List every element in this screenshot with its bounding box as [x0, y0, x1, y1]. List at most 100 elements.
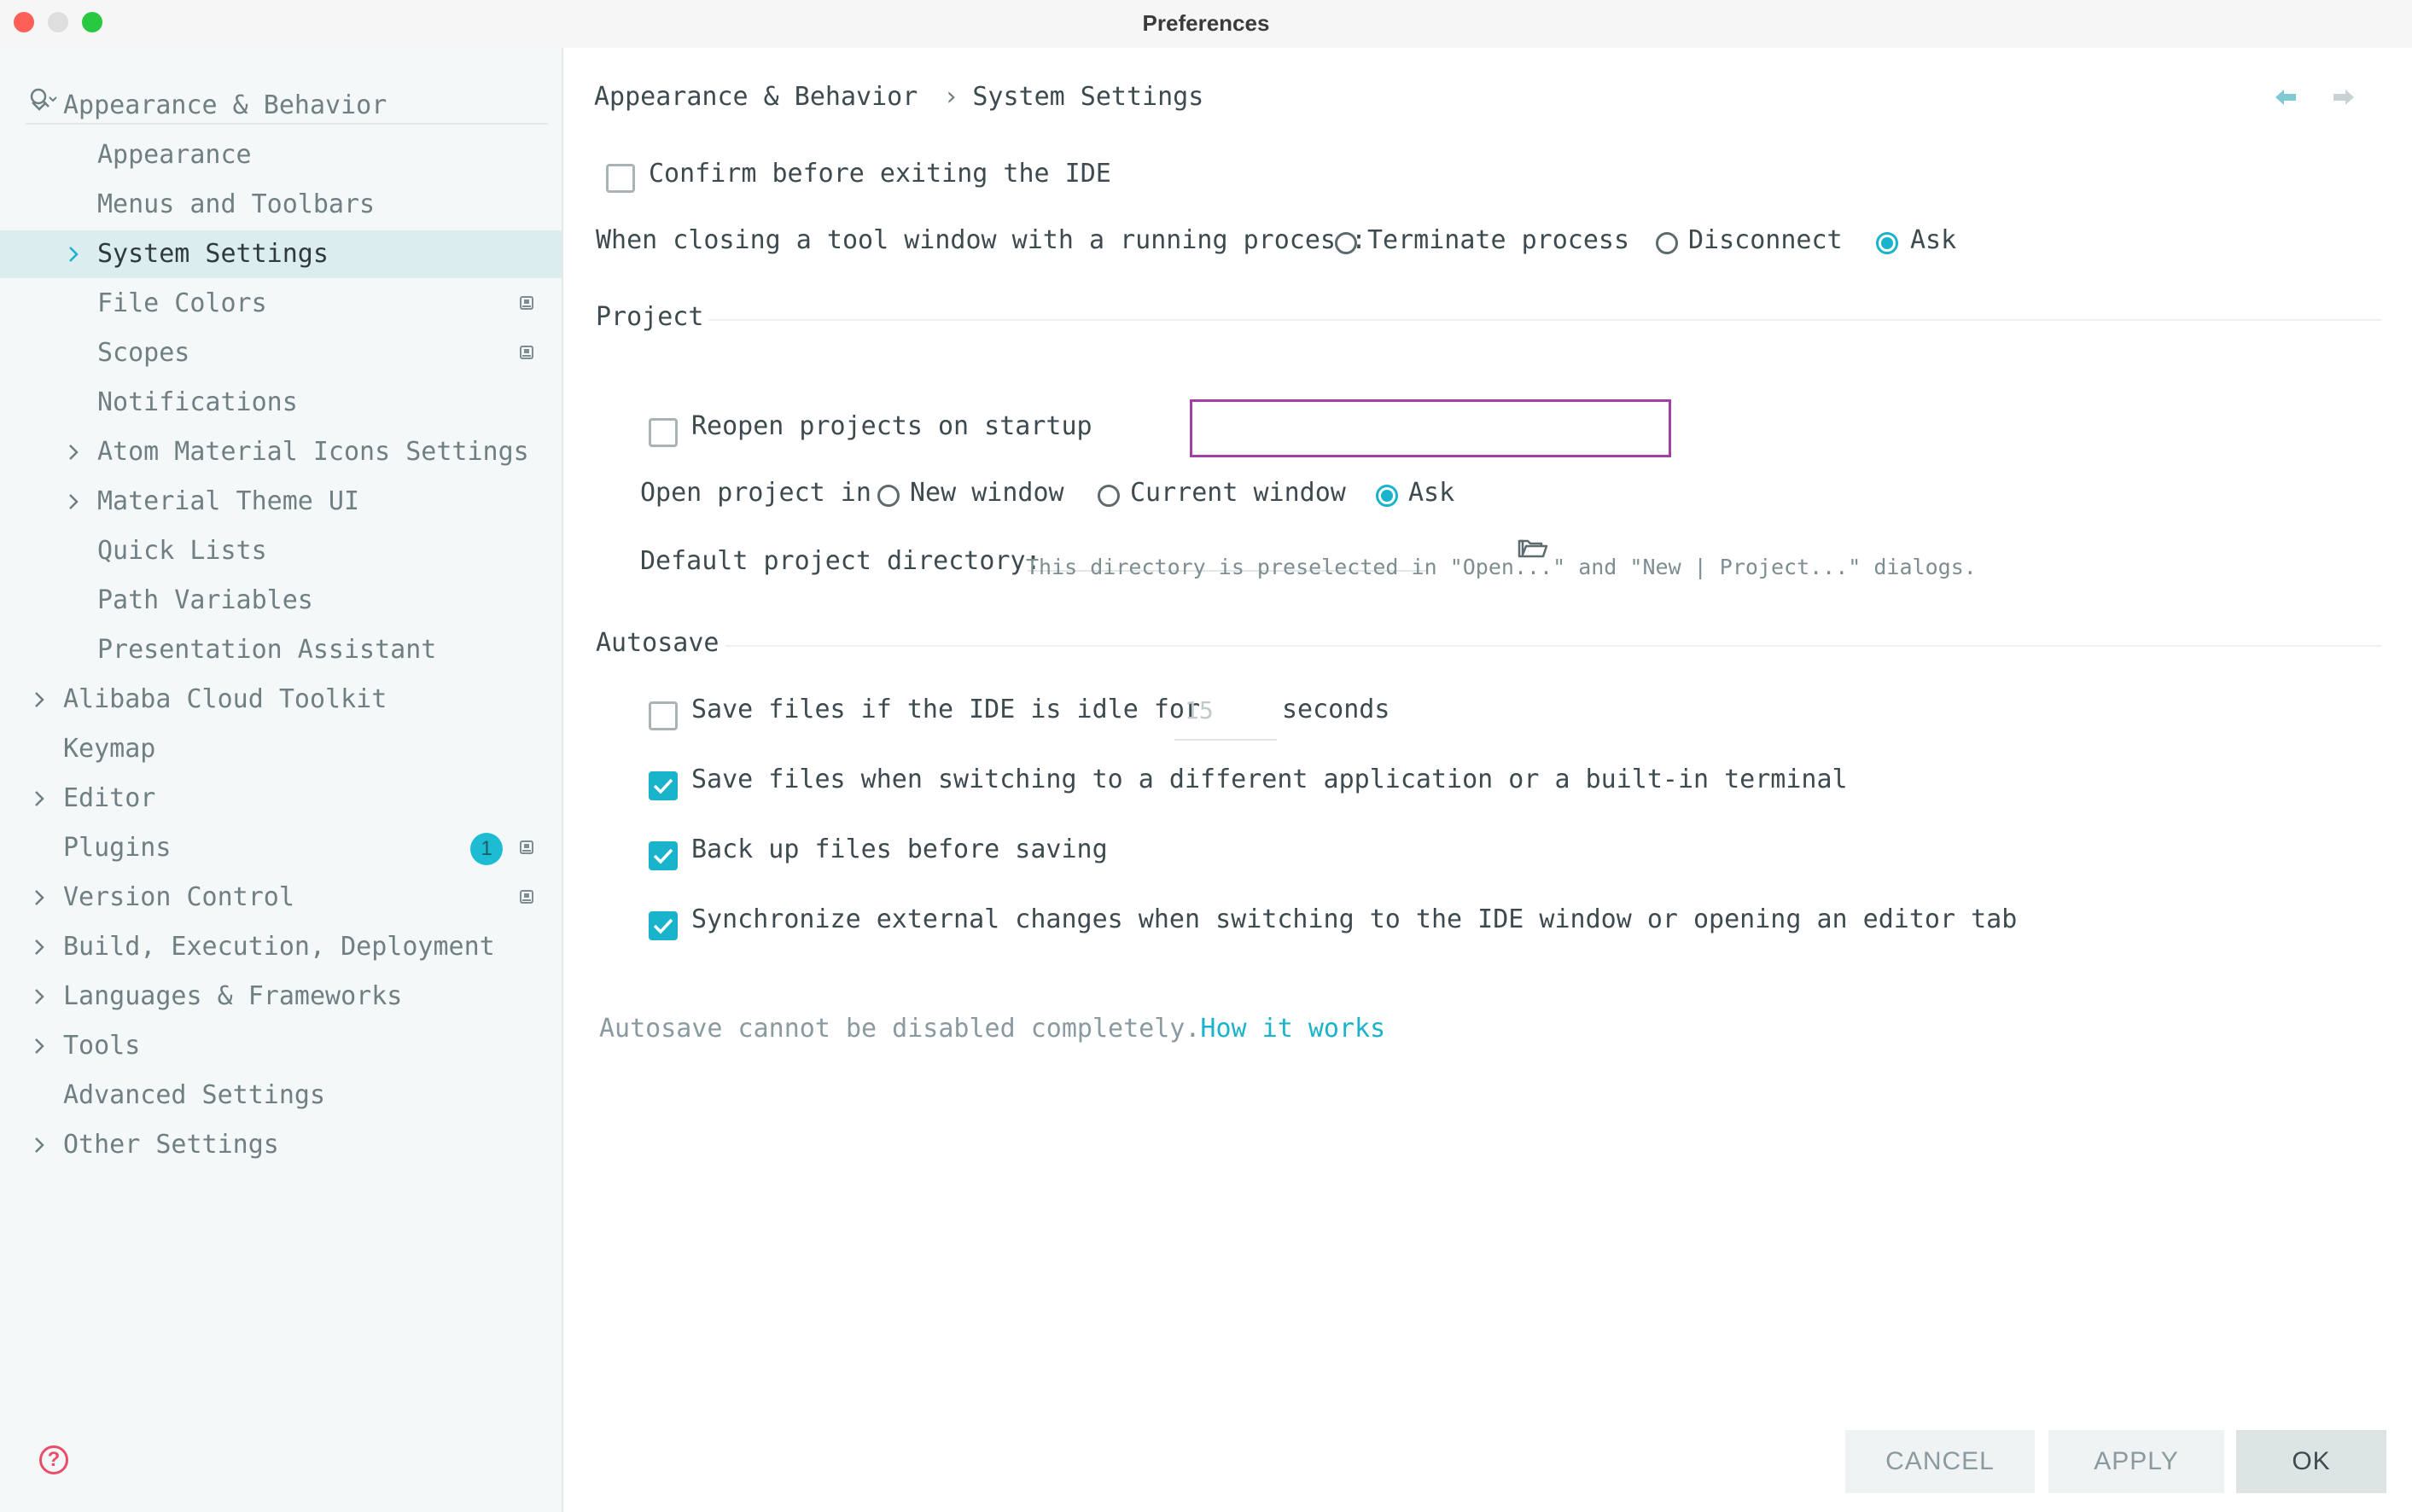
- sidebar-item-languages-frameworks[interactable]: Languages & Frameworks: [0, 973, 562, 1021]
- sidebar-item-path-variables[interactable]: Path Variables: [0, 577, 562, 625]
- checkmark-icon: [653, 918, 673, 934]
- preferences-window: Preferences Appearance & Behavior Appeara…: [0, 0, 2412, 1512]
- sidebar-item-label: Alibaba Cloud Toolkit: [63, 684, 387, 714]
- autosave-note: Autosave cannot be disabled completely.H…: [599, 1014, 1385, 1044]
- window-title: Preferences: [1142, 10, 1270, 36]
- breadcrumb-parent[interactable]: Appearance & Behavior: [594, 82, 918, 112]
- sidebar-item-label: Atom Material Icons Settings: [97, 437, 529, 467]
- closing-terminate-radio[interactable]: [1335, 232, 1357, 254]
- chevron-right-icon[interactable]: [29, 887, 50, 908]
- default-dir-hint: This directory is preselected in "Open..…: [1026, 555, 1977, 579]
- breadcrumb-separator: ›: [943, 82, 959, 112]
- closing-terminate-label: Terminate process: [1367, 225, 1630, 255]
- closing-ask-radio[interactable]: [1876, 232, 1898, 254]
- open-current-window-radio[interactable]: [1098, 485, 1120, 507]
- confirm-exit-label: Confirm before exiting the IDE: [649, 159, 1111, 189]
- sidebar-item-notifications[interactable]: Notifications: [0, 379, 562, 427]
- settings-sidebar: Appearance & Behavior Appearance Menus and…: [0, 48, 563, 1512]
- back-arrow-icon[interactable]: [2272, 85, 2303, 109]
- forward-arrow-icon[interactable]: [2327, 85, 2357, 109]
- sidebar-item-build-execution-deployment[interactable]: Build, Execution, Deployment: [0, 923, 562, 971]
- sidebar-item-tools[interactable]: Tools: [0, 1022, 562, 1070]
- sidebar-item-appearance[interactable]: Appearance: [0, 131, 562, 179]
- backup-label: Back up files before saving: [691, 835, 1108, 864]
- save-idle-label: Save files if the IDE is idle for: [691, 695, 1201, 724]
- sidebar-item-label: Presentation Assistant: [97, 635, 437, 665]
- sidebar-item-material-theme-ui[interactable]: Material Theme UI: [0, 478, 562, 526]
- project-level-icon: [520, 890, 533, 904]
- how-it-works-link[interactable]: How it works: [1200, 1014, 1385, 1044]
- sync-external-checkbox[interactable]: [649, 911, 678, 940]
- sidebar-item-scopes[interactable]: Scopes: [0, 329, 562, 377]
- sidebar-item-presentation-assistant[interactable]: Presentation Assistant: [0, 626, 562, 674]
- sidebar-item-menus-and-toolbars[interactable]: Menus and Toolbars: [0, 181, 562, 229]
- autosave-divider: [725, 645, 2381, 647]
- sidebar-item-alibaba-cloud-toolkit[interactable]: Alibaba Cloud Toolkit: [0, 676, 562, 724]
- sidebar-item-plugins[interactable]: Plugins 1: [0, 824, 562, 872]
- cancel-button[interactable]: CANCEL: [1845, 1430, 2035, 1493]
- open-new-window-label: New window: [910, 478, 1064, 508]
- help-icon[interactable]: ?: [39, 1445, 68, 1474]
- settings-panel: Appearance & Behavior › System Settings Co…: [563, 48, 2412, 1512]
- save-switching-label: Save files when switching to a different…: [691, 765, 1848, 794]
- apply-button[interactable]: APPLY: [2048, 1430, 2224, 1493]
- project-level-icon: [520, 346, 533, 359]
- sidebar-item-version-control[interactable]: Version Control: [0, 874, 562, 922]
- sidebar-item-label: Tools: [63, 1031, 141, 1061]
- chevron-right-icon[interactable]: [63, 244, 84, 265]
- chevron-down-icon[interactable]: [29, 96, 50, 116]
- open-new-window-radio[interactable]: [877, 485, 900, 507]
- sidebar-item-system-settings[interactable]: System Settings: [0, 230, 562, 278]
- confirm-exit-checkbox[interactable]: [606, 164, 635, 193]
- open-ask-radio[interactable]: [1376, 485, 1398, 507]
- sidebar-item-keymap[interactable]: Keymap: [0, 725, 562, 773]
- sidebar-item-label: Menus and Toolbars: [97, 189, 376, 219]
- sidebar-item-label: Other Settings: [63, 1130, 279, 1160]
- reopen-projects-label: Reopen projects on startup: [691, 411, 1092, 441]
- chevron-right-icon[interactable]: [63, 442, 84, 462]
- sidebar-item-label: Path Variables: [97, 585, 313, 615]
- sidebar-item-quick-lists[interactable]: Quick Lists: [0, 527, 562, 575]
- sidebar-item-appearance-behavior[interactable]: Appearance & Behavior: [0, 82, 562, 130]
- sidebar-item-editor[interactable]: Editor: [0, 775, 562, 823]
- chevron-right-icon[interactable]: [29, 788, 50, 809]
- backup-checkbox[interactable]: [649, 841, 678, 870]
- sidebar-item-label: Material Theme UI: [97, 486, 360, 516]
- sidebar-item-label: Languages & Frameworks: [63, 981, 403, 1011]
- chevron-right-icon[interactable]: [29, 937, 50, 957]
- sidebar-item-label: Version Control: [63, 882, 294, 912]
- breadcrumb-current: System Settings: [972, 82, 1204, 112]
- checkmark-icon: [653, 848, 673, 864]
- chevron-right-icon[interactable]: [63, 491, 84, 512]
- idle-seconds-value: 15: [1185, 696, 1214, 724]
- save-switching-checkbox[interactable]: [649, 771, 678, 800]
- sidebar-item-label: Scopes: [97, 338, 190, 368]
- sidebar-item-file-colors[interactable]: File Colors: [0, 280, 562, 328]
- checkmark-icon: [653, 778, 673, 794]
- chevron-right-icon[interactable]: [29, 1135, 50, 1155]
- sidebar-item-atom-material-icons-settings[interactable]: Atom Material Icons Settings: [0, 428, 562, 476]
- chevron-right-icon[interactable]: [29, 689, 50, 710]
- closing-ask-label: Ask: [1910, 225, 1957, 255]
- sidebar-item-label: Quick Lists: [97, 536, 267, 566]
- sidebar-item-advanced-settings[interactable]: Advanced Settings: [0, 1072, 562, 1119]
- sidebar-item-label: Advanced Settings: [63, 1080, 326, 1110]
- closing-tool-window-label: When closing a tool window with a runnin…: [596, 225, 1367, 255]
- title-bar: Preferences: [0, 0, 2412, 48]
- ok-button[interactable]: OK: [2236, 1430, 2386, 1493]
- chevron-right-icon[interactable]: [29, 1036, 50, 1056]
- sidebar-item-other-settings[interactable]: Other Settings: [0, 1121, 562, 1169]
- reopen-projects-checkbox[interactable]: [649, 418, 678, 447]
- chevron-right-icon[interactable]: [29, 986, 50, 1007]
- default-dir-label: Default project directory:: [640, 546, 1041, 576]
- idle-seconds-unit: seconds: [1282, 695, 1390, 724]
- closing-disconnect-radio[interactable]: [1656, 232, 1678, 254]
- open-in-label: Open project in: [640, 478, 871, 508]
- sidebar-item-label: Appearance & Behavior: [63, 90, 387, 120]
- sidebar-item-label: Appearance: [97, 140, 252, 170]
- plugins-update-badge: 1: [470, 833, 503, 865]
- closing-disconnect-label: Disconnect: [1688, 225, 1843, 255]
- save-idle-checkbox[interactable]: [649, 701, 678, 730]
- project-level-icon: [520, 840, 533, 854]
- sidebar-item-label: Notifications: [97, 387, 298, 417]
